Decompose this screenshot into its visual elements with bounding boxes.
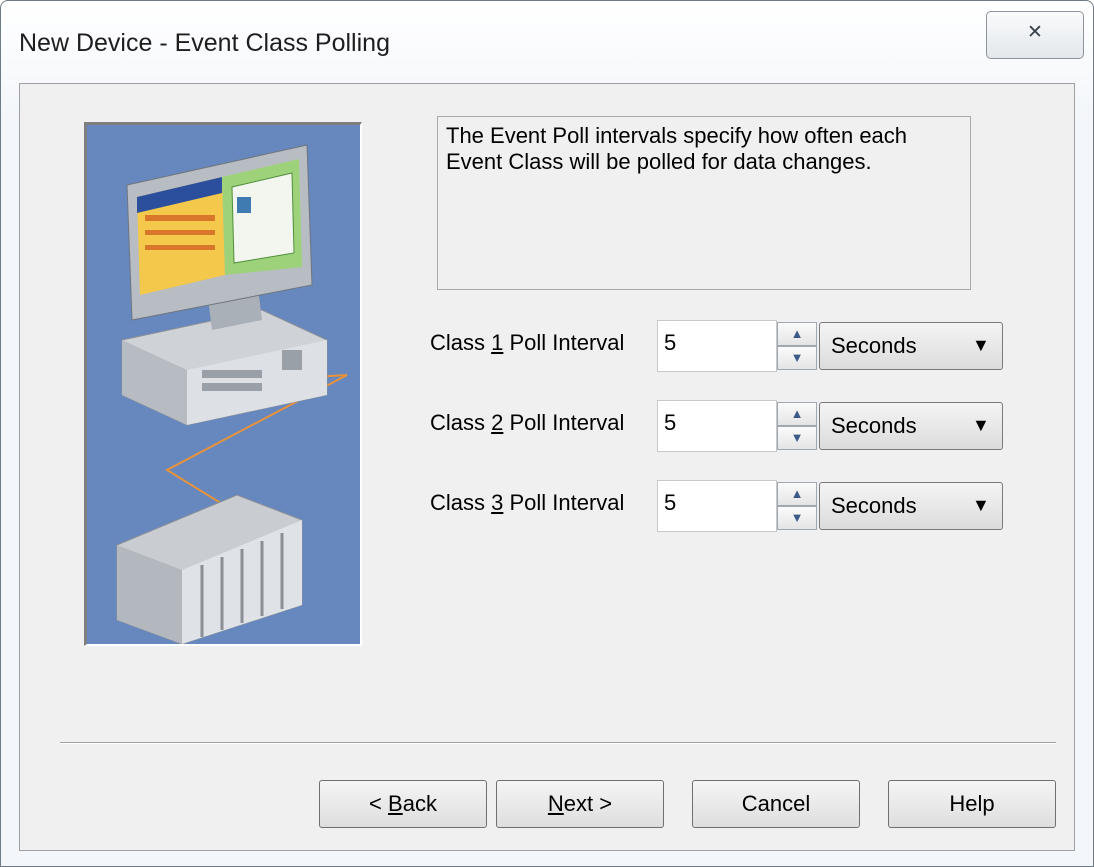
dialog-window: New Device - Event Class Polling ✕ The E… [0,0,1094,867]
class-1-spinner: ▲ ▼ [777,320,819,372]
class-2-spinner: ▲ ▼ [777,400,819,452]
arrow-down-icon: ▼ [790,510,804,525]
label-accelerator: 3 [491,490,504,515]
next-button[interactable]: Next > [496,780,664,828]
button-post: ext > [563,791,613,816]
class-3-spinner: ▲ ▼ [777,480,819,532]
class-2-poll-label: Class 2 Poll Interval [430,410,624,436]
arrow-down-icon: ▼ [790,430,804,445]
title-bar: New Device - Event Class Polling ✕ [1,1,1093,83]
dialog-body: The Event Poll intervals specify how oft… [19,83,1075,851]
class-2-interval-input[interactable]: 5 [657,400,777,452]
class-1-unit-dropdown[interactable]: Seconds ▼ [819,322,1003,370]
label-pre: Class [430,490,492,515]
arrow-down-icon: ▼ [790,350,804,365]
close-icon: ✕ [1027,22,1043,43]
class-1-poll-label: Class 1 Poll Interval [430,330,624,356]
button-accelerator: N [547,791,564,816]
spin-up-button[interactable]: ▲ [777,482,817,506]
arrow-up-icon: ▲ [790,406,804,421]
label-pre: Class [430,410,492,435]
close-button[interactable]: ✕ [986,11,1084,59]
spin-down-button[interactable]: ▼ [777,426,817,450]
description-box: The Event Poll intervals specify how oft… [437,116,971,290]
help-button[interactable]: Help [888,780,1056,828]
label-accelerator: 1 [491,330,504,355]
label-accelerator: 2 [491,410,504,435]
chevron-down-icon: ▼ [972,495,990,515]
computer-and-plc-icon [116,144,348,644]
label-post: Poll Interval [503,490,625,515]
spin-down-button[interactable]: ▼ [777,346,817,370]
spin-up-button[interactable]: ▲ [777,322,817,346]
label-post: Poll Interval [503,330,625,355]
label-post: Poll Interval [503,410,625,435]
cancel-button[interactable]: Cancel [692,780,860,828]
class-1-interval-input[interactable]: 5 [657,320,777,372]
button-post: ack [402,791,437,816]
spin-up-button[interactable]: ▲ [777,402,817,426]
window-title: New Device - Event Class Polling [19,29,390,57]
button-pre: < [369,791,389,816]
button-accelerator: B [388,791,403,816]
device-illustration [84,122,362,646]
class-3-unit-dropdown[interactable]: Seconds ▼ [819,482,1003,530]
spin-down-button[interactable]: ▼ [777,506,817,530]
class-3-interval-input[interactable]: 5 [657,480,777,532]
back-button[interactable]: < Back [319,780,487,828]
input-value: 5 [664,410,677,435]
dropdown-value: Seconds [831,333,917,358]
input-value: 5 [664,330,677,355]
input-value: 5 [664,490,677,515]
class-2-unit-dropdown[interactable]: Seconds ▼ [819,402,1003,450]
chevron-down-icon: ▼ [972,415,990,435]
arrow-up-icon: ▲ [790,486,804,501]
dropdown-value: Seconds [831,493,917,518]
label-pre: Class [430,330,492,355]
chevron-down-icon: ▼ [972,335,990,355]
class-3-poll-label: Class 3 Poll Interval [430,490,624,516]
arrow-up-icon: ▲ [790,326,804,341]
separator [60,742,1056,744]
dropdown-value: Seconds [831,413,917,438]
